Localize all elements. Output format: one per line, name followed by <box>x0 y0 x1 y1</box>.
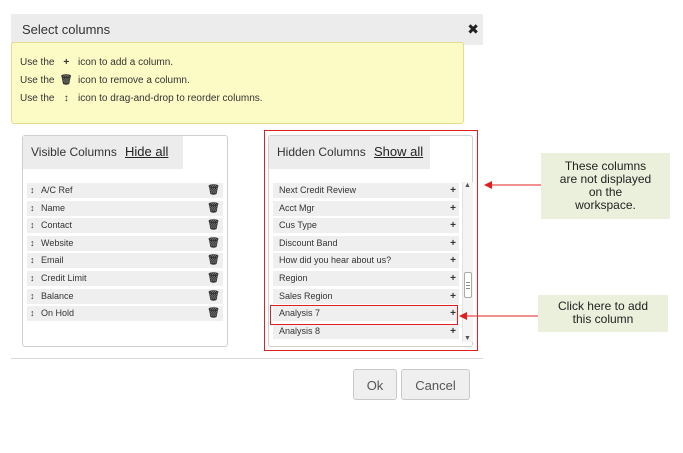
ok-button[interactable]: Ok <box>353 369 397 400</box>
arrow-to-hidden-panel <box>484 181 541 189</box>
arrow-to-analysis-7 <box>459 312 538 320</box>
footer-divider <box>11 358 483 359</box>
annotation-arrows <box>459 181 541 320</box>
cancel-button[interactable]: Cancel <box>401 369 470 400</box>
